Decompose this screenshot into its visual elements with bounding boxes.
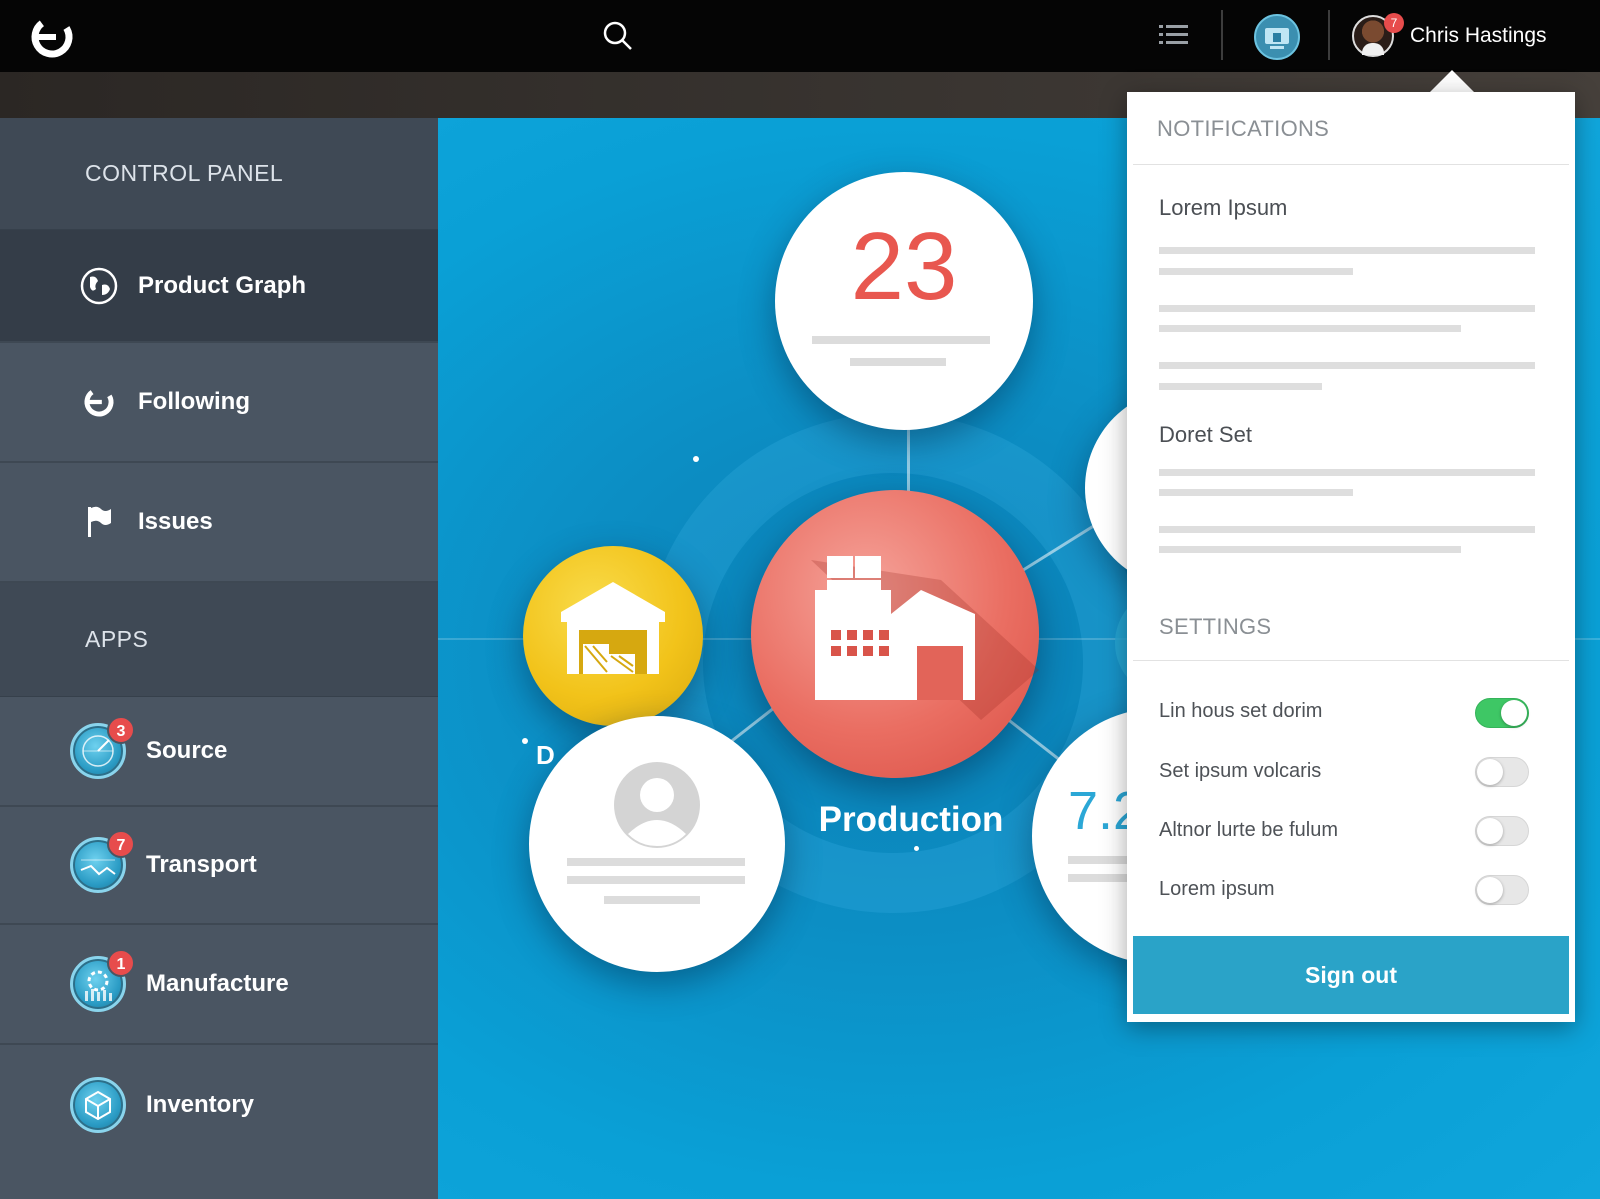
placeholder-bar [567,876,745,884]
setting-label: Altnor lurte be fulum [1159,819,1338,841]
following-icon [78,381,120,423]
notification-title[interactable]: Doret Set [1159,422,1252,448]
setting-toggle[interactable] [1475,816,1529,846]
placeholder-bar [1159,362,1535,369]
settings-heading: SETTINGS [1159,614,1272,639]
placeholder-bar [1159,526,1535,533]
notifications-heading: NOTIFICATIONS [1157,116,1330,141]
app-item-label: Source [146,737,228,764]
placeholder-bar [1159,247,1535,254]
production-bubble[interactable] [751,490,1039,778]
production-label: Production [818,800,1004,839]
placeholder-bar [1159,546,1461,553]
route-icon: 7 [70,830,135,893]
setting-label: Set ipsum volcaris [1159,760,1322,782]
divider [1328,10,1330,60]
sidebar-item-product-graph[interactable]: Product Graph [0,230,438,343]
placeholder-bar [1159,325,1461,332]
placeholder-bar [1159,489,1353,496]
sidebar: CONTROL PANEL Product Graph Following Is… [0,118,438,1199]
placeholder-bar [604,896,700,904]
app-item-label: Manufacture [146,970,289,997]
stat-value: 23 [850,213,958,320]
divider [1133,660,1569,661]
app-item-label: Transport [146,851,257,878]
avatar: 7 [1352,13,1404,57]
placeholder-bar [1159,268,1353,275]
placeholder-bar [850,358,946,366]
divider [1221,10,1223,60]
box-icon [70,1077,126,1133]
app-badge: 1 [107,949,135,977]
dropdown-pointer [1430,70,1474,92]
user-dropdown: NOTIFICATIONS Lorem Ipsum Doret Set SETT… [1127,92,1575,1022]
graph-dot [914,846,919,851]
gear-icon: 1 [70,949,135,1012]
app-item-manufacture[interactable]: 1 Manufacture [0,925,438,1045]
stat-bubble-top[interactable]: 23 [775,172,1033,430]
flag-icon [78,501,120,543]
sign-out-button[interactable]: Sign out [1133,936,1569,1014]
logo-icon[interactable] [28,13,76,61]
warehouse-icon [561,582,665,674]
app-badge: 3 [107,716,135,744]
top-bar: 7 Chris Hastings [0,0,1600,72]
sidebar-item-label: Issues [138,508,213,535]
search-icon[interactable] [600,18,636,54]
placeholder-bar [567,858,745,866]
divider [1133,164,1569,165]
warehouse-bubble[interactable] [523,546,703,726]
setting-label: Lin hous set dorim [1159,700,1323,722]
person-icon [614,762,700,848]
setting-toggle[interactable] [1475,875,1529,905]
app-badge: 7 [107,830,135,858]
person-bubble[interactable] [529,716,785,972]
device-icon[interactable] [1253,13,1301,61]
user-menu-button[interactable]: 7 Chris Hastings [1352,10,1547,62]
apps-heading: APPS [0,583,438,697]
app-item-label: Inventory [146,1091,255,1118]
setting-label: Lorem ipsum [1159,878,1275,900]
sidebar-item-label: Following [138,388,250,415]
setting-toggle[interactable] [1475,698,1529,728]
user-name: Chris Hastings [1410,24,1547,47]
placeholder-bar [812,336,990,344]
placeholder-bar [1159,469,1535,476]
graph-dot [693,456,699,462]
graph-dot [522,738,528,744]
globe-icon [78,265,120,307]
notification-title[interactable]: Lorem Ipsum [1159,195,1287,221]
app-item-source[interactable]: 3 Source [0,697,438,807]
sidebar-item-following[interactable]: Following [0,343,438,463]
sidebar-item-issues[interactable]: Issues [0,463,438,583]
placeholder-bar [1159,383,1322,390]
setting-toggle[interactable] [1475,757,1529,787]
placeholder-bar [1159,305,1535,312]
app-item-transport[interactable]: 7 Transport [0,807,438,925]
notification-badge: 7 [1384,13,1404,33]
node-label-fragment: D [536,740,555,770]
factory-icon [811,556,1039,720]
sidebar-item-label: Product Graph [138,271,307,299]
radar-icon: 3 [70,716,135,779]
list-icon[interactable] [1157,20,1191,50]
app-item-inventory[interactable]: Inventory [0,1045,438,1165]
control-panel-heading: CONTROL PANEL [0,118,438,230]
